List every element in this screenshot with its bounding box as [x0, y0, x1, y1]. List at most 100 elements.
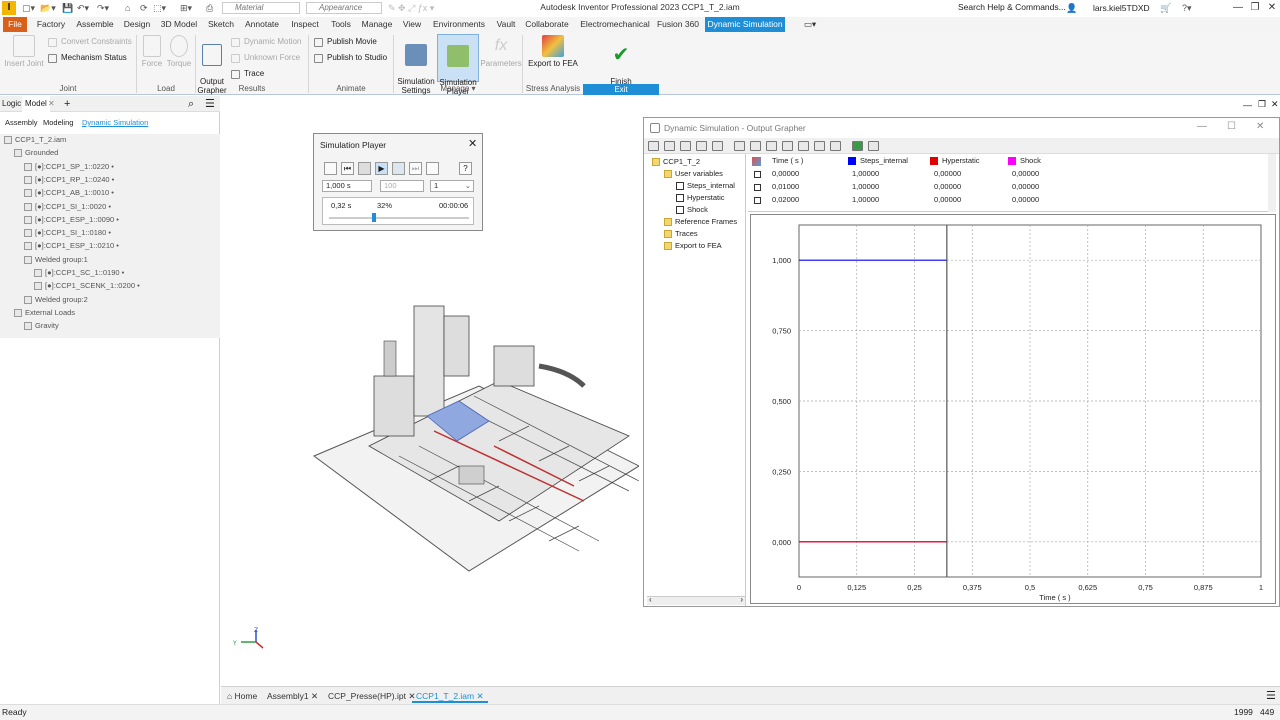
group-label-manage[interactable]: Manage ▾	[394, 84, 522, 94]
screen-refresh-icon[interactable]	[392, 162, 405, 175]
torque-button[interactable]: Torque	[165, 35, 193, 68]
simulation-player-dialog[interactable]: Simulation Player ✕ ⏮ ▶ ⏭ ? 1,000 s 100 …	[313, 133, 483, 231]
grapher-tree-item[interactable]: CCP1_T_2	[652, 156, 700, 168]
doctab-assembly1[interactable]: Assembly1 ✕	[263, 689, 322, 703]
doctab-ccp1-t-2[interactable]: CCP1_T_2.iam ✕	[412, 689, 488, 703]
tree-item[interactable]: CCP1_T_2.iam	[4, 134, 66, 146]
home-icon[interactable]: ⌂	[125, 1, 130, 15]
help-icon[interactable]: ?▾	[1182, 1, 1192, 15]
tab-annotate[interactable]: Annotate	[243, 17, 281, 32]
output-grapher-window[interactable]: Dynamic Simulation - Output Grapher — ☐ …	[643, 117, 1280, 607]
update-icon[interactable]: ⟳	[140, 1, 148, 15]
viewport-restore-icon[interactable]: ❐	[1258, 99, 1266, 110]
checkbox-icon[interactable]	[676, 194, 684, 202]
tab-manage[interactable]: Manage	[360, 17, 394, 32]
table-header[interactable]: Time ( s )	[772, 155, 803, 167]
adjust-icon[interactable]: ✎ ✥ ⤢ ƒx ▾	[388, 1, 434, 15]
app-logo[interactable]: I	[2, 1, 16, 15]
publish-studio-button[interactable]: Publish to Studio	[314, 53, 387, 63]
row-checkbox[interactable]	[754, 171, 761, 178]
viewport-minimize-icon[interactable]: —	[1243, 100, 1252, 110]
tab-factory[interactable]: Factory	[34, 17, 68, 32]
close-icon[interactable]: ✕	[476, 691, 483, 701]
tab-model-close-icon[interactable]: ✕	[48, 96, 55, 112]
row-checkbox[interactable]	[754, 197, 761, 204]
tree-item[interactable]: [●]:CCP1_ESP_1::0210 •	[24, 240, 119, 252]
help-search-field[interactable]: Search Help & Commands...	[948, 1, 1074, 14]
tab-inspect[interactable]: Inspect	[288, 17, 322, 32]
tab-electromechanical[interactable]: Electromechanical	[578, 17, 652, 32]
subtab-dynamic-simulation[interactable]: Dynamic Simulation	[82, 118, 148, 127]
table-header[interactable]: Shock	[1020, 155, 1041, 167]
doctab-home[interactable]: ⌂ Home	[223, 689, 261, 703]
convert-constraints-button[interactable]: Convert Constraints	[48, 37, 132, 47]
publish-movie-button[interactable]: Publish Movie	[314, 37, 377, 47]
tab-file[interactable]: File	[3, 17, 27, 32]
copy-icon[interactable]	[782, 141, 793, 151]
user-name[interactable]: lars.kiel5TDXD	[1093, 1, 1150, 15]
grapher-tree-item[interactable]: Traces	[664, 228, 698, 240]
close-button[interactable]: ✕	[1264, 0, 1280, 16]
print-icon[interactable]	[798, 141, 809, 151]
tab-model[interactable]: Model	[22, 96, 50, 112]
subtab-modeling[interactable]: Modeling	[43, 118, 73, 127]
simulation-player-button[interactable]: Simulation Player	[437, 34, 479, 96]
table-vertical-scrollbar[interactable]	[1268, 154, 1276, 212]
doctab-ccp-presse[interactable]: CCP_Presse(HP).ipt ✕	[324, 689, 419, 703]
end-time-field[interactable]: 1,000 s	[322, 180, 372, 192]
grapher-tree-item[interactable]: Hyperstatic	[676, 192, 725, 204]
images-field[interactable]: 100	[380, 180, 424, 192]
grapher-tree-item[interactable]: Shock	[676, 204, 708, 216]
open-icon[interactable]: 📂▾	[40, 1, 56, 15]
rewind-icon[interactable]: ⏮	[341, 162, 354, 175]
document-menu-icon[interactable]: ☰	[1266, 689, 1276, 702]
search-icon[interactable]: ⌕	[188, 96, 194, 112]
print-icon[interactable]: ⎙	[206, 1, 213, 15]
tree-item[interactable]: [●]:CCP1_SC_1::0190 •	[34, 267, 124, 279]
row-checkbox[interactable]	[754, 184, 761, 191]
tree-horizontal-scrollbar[interactable]: ‹ ›	[647, 595, 745, 605]
mechanism-status-button[interactable]: Mechanism Status	[48, 53, 127, 63]
dynamic-motion-button[interactable]: Dynamic Motion	[231, 37, 301, 47]
measure-icon[interactable]: ⊞▾	[180, 1, 192, 15]
tab-tools[interactable]: Tools	[329, 17, 353, 32]
tab-logic[interactable]: Logic	[2, 99, 21, 108]
grapher-maximize-icon[interactable]: ☐	[1227, 121, 1236, 132]
simulation-player-close-icon[interactable]: ✕	[468, 137, 477, 150]
grapher-tree-item[interactable]: Export to FEA	[664, 240, 722, 252]
tree-item[interactable]: Grounded	[14, 147, 58, 159]
construction-mode-icon[interactable]	[324, 162, 337, 175]
checkbox-icon[interactable]	[676, 182, 684, 190]
save-icon[interactable]: 💾	[62, 1, 73, 15]
export-to-fea-button[interactable]: Export to FEA	[525, 35, 581, 68]
stop-icon[interactable]	[358, 162, 371, 175]
tab-environments[interactable]: Environments	[431, 17, 487, 32]
tab-assemble[interactable]: Assemble	[74, 17, 116, 32]
tab-dynamic-simulation[interactable]: Dynamic Simulation	[705, 17, 785, 32]
tree-item[interactable]: Welded group:1	[24, 254, 88, 266]
close-icon[interactable]: ✕	[311, 691, 318, 701]
grapher-close-icon[interactable]: ✕	[1256, 121, 1264, 132]
excel-icon[interactable]	[852, 141, 863, 151]
scroll-left-icon[interactable]: ‹	[649, 595, 652, 604]
loop-icon[interactable]	[426, 162, 439, 175]
fast-forward-icon[interactable]: ⏭	[409, 162, 422, 175]
force-button[interactable]: Force	[139, 35, 165, 68]
settings-icon[interactable]	[814, 141, 825, 151]
tab-fusion-360[interactable]: Fusion 360	[656, 17, 700, 32]
export-icon[interactable]	[712, 141, 723, 151]
tree-item[interactable]: [●]:CCP1_SI_1::0020 •	[24, 201, 111, 213]
table-header[interactable]: Steps_internal	[860, 155, 908, 167]
insert-joint-button[interactable]: Insert Joint	[3, 35, 45, 68]
grapher-tree-item[interactable]: Steps_internal	[676, 180, 735, 192]
open-icon[interactable]	[648, 141, 659, 151]
sp-help-icon[interactable]: ?	[459, 162, 472, 175]
menu-icon[interactable]: ☰	[205, 96, 215, 112]
help-icon[interactable]	[868, 141, 879, 151]
viewport-close-icon[interactable]: ✕	[1271, 99, 1279, 110]
folder-icon[interactable]	[680, 141, 691, 151]
edit-icon[interactable]	[664, 141, 675, 151]
play-icon[interactable]: ▶	[375, 162, 388, 175]
checkbox-icon[interactable]	[676, 206, 684, 214]
zoom-icon[interactable]	[750, 141, 761, 151]
